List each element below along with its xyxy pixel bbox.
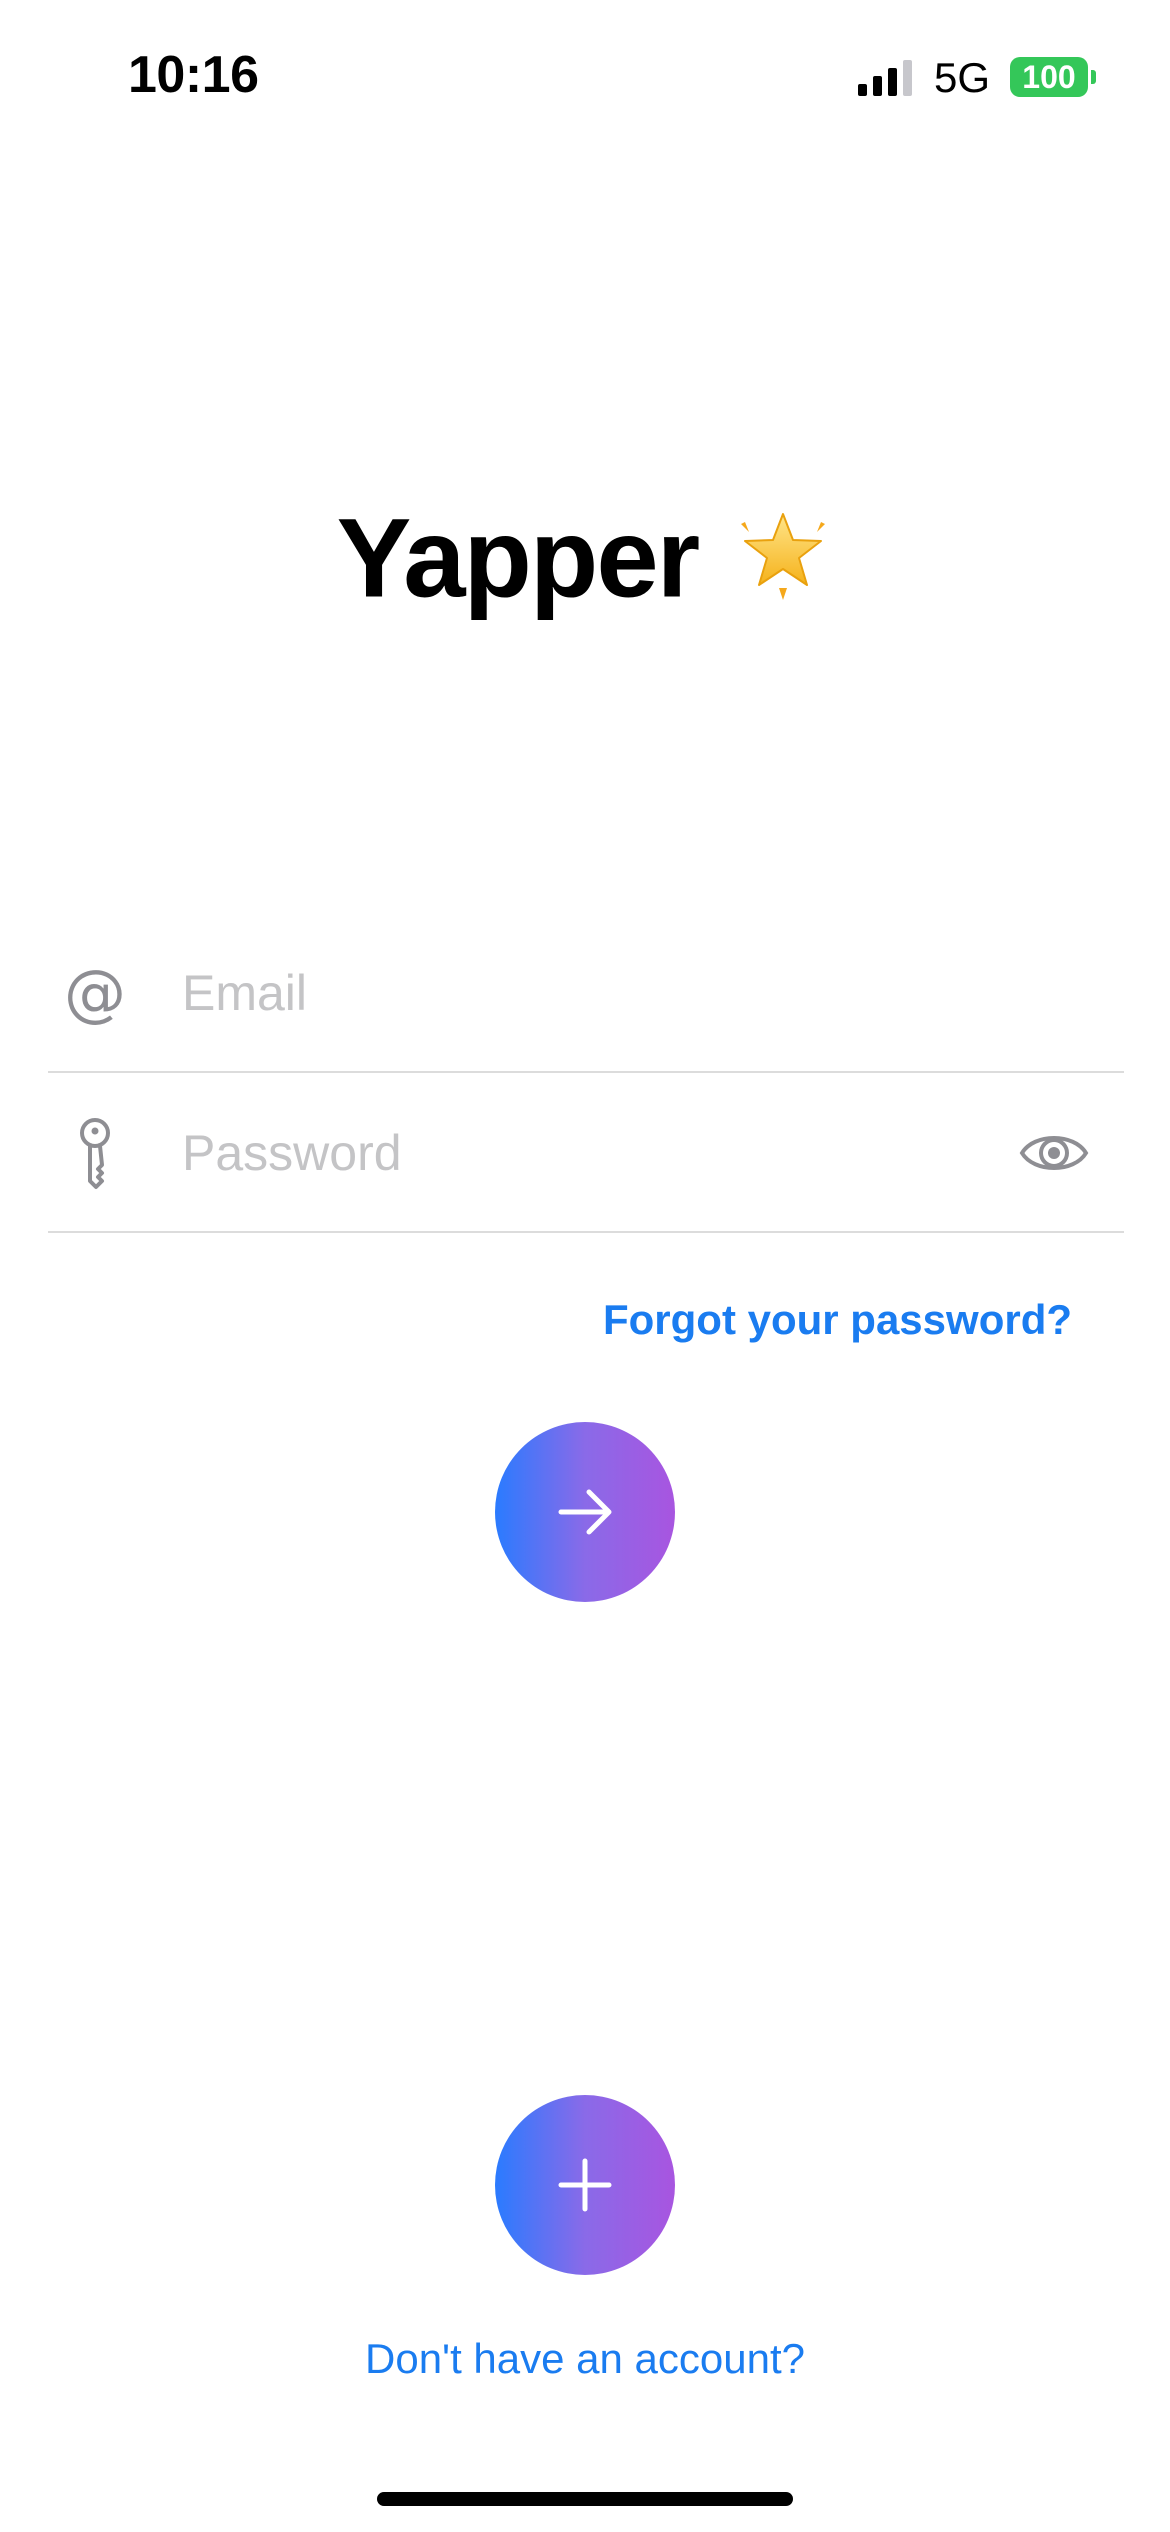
star-icon (741, 513, 826, 601)
password-field[interactable] (48, 1075, 1124, 1233)
status-time: 10:16 (128, 46, 259, 104)
battery-indicator: 100 (1010, 57, 1088, 97)
at-sign-icon: @ (64, 956, 126, 1029)
battery-cap (1091, 70, 1096, 84)
eye-icon[interactable] (1018, 1125, 1090, 1181)
app-title: Yapper (0, 490, 1170, 618)
create-account-button[interactable] (495, 2095, 675, 2275)
plus-icon (558, 2158, 612, 2212)
email-field[interactable]: @ (48, 915, 1124, 1073)
forgot-password-link[interactable]: Forgot your password? (603, 1296, 1072, 1344)
home-indicator[interactable] (377, 2492, 793, 2506)
status-bar: 10:16 5G 100 (0, 0, 1170, 150)
signup-link[interactable]: Don't have an account? (0, 2335, 1170, 2383)
password-input[interactable] (182, 1105, 1002, 1201)
key-icon (80, 1118, 110, 1189)
network-label: 5G (934, 54, 991, 101)
arrow-right-icon (558, 1489, 612, 1535)
cellular-signal-icon (858, 60, 912, 96)
app-title-text: Yapper (336, 495, 701, 621)
submit-button[interactable] (495, 1422, 675, 1602)
email-input[interactable] (182, 945, 1002, 1041)
